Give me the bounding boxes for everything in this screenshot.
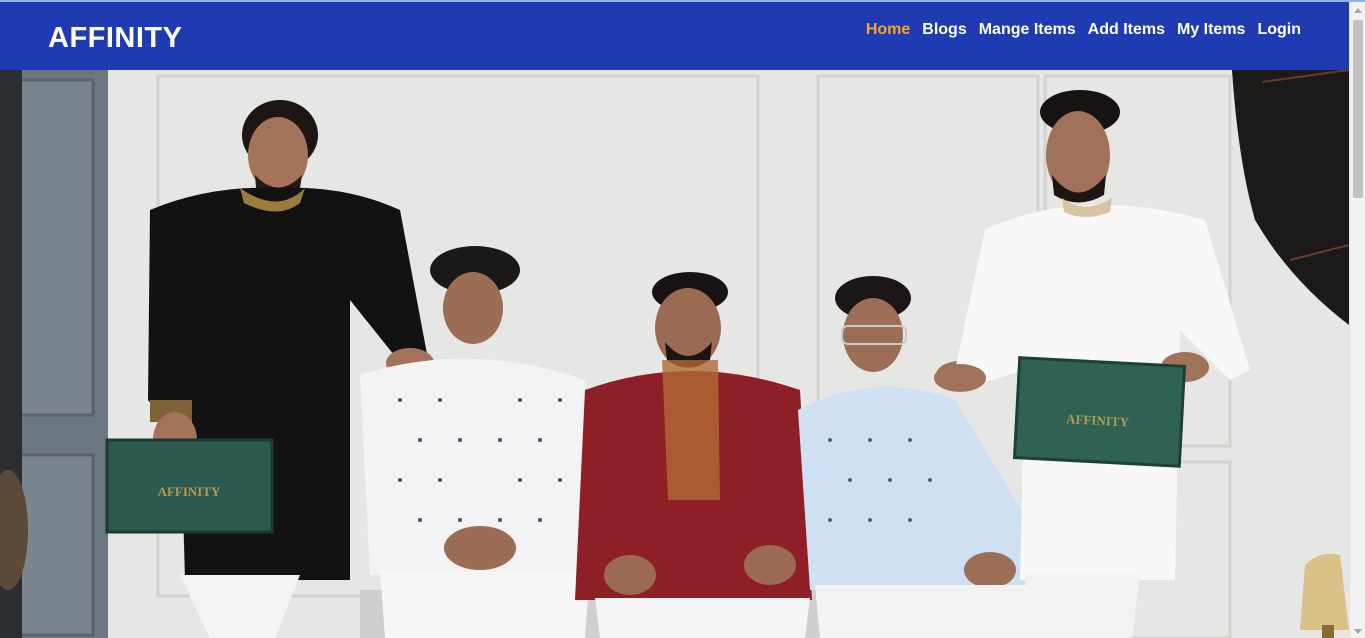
scroll-up-arrow-icon[interactable] — [1354, 8, 1362, 13]
svg-text:AFFINITY: AFFINITY — [158, 484, 221, 499]
nav-my-items-link[interactable]: My Items — [1177, 21, 1245, 39]
scroll-down-arrow-icon[interactable] — [1354, 629, 1362, 634]
nav-home-link[interactable]: Home — [866, 21, 910, 39]
nav-blogs-link[interactable]: Blogs — [922, 21, 966, 39]
hero-image: AFFINITY AFFINITY — [0, 70, 1349, 638]
vertical-scrollbar[interactable] — [1349, 2, 1365, 638]
green-box-right: AFFINITY — [1012, 356, 1187, 468]
navbar: AFFINITY Home Blogs Mange Items Add Item… — [0, 2, 1349, 70]
main-nav: Home Blogs Mange Items Add Items My Item… — [866, 21, 1301, 39]
brand-logo[interactable]: AFFINITY — [48, 22, 183, 55]
nav-login-link[interactable]: Login — [1257, 21, 1301, 39]
nav-manage-items-link[interactable]: Mange Items — [979, 21, 1076, 39]
green-box-left: AFFINITY — [105, 438, 274, 534]
nav-add-items-link[interactable]: Add Items — [1088, 21, 1165, 39]
hero-banner: AFFINITY AFFINITY — [0, 70, 1349, 638]
scrollbar-thumb[interactable] — [1353, 20, 1363, 198]
